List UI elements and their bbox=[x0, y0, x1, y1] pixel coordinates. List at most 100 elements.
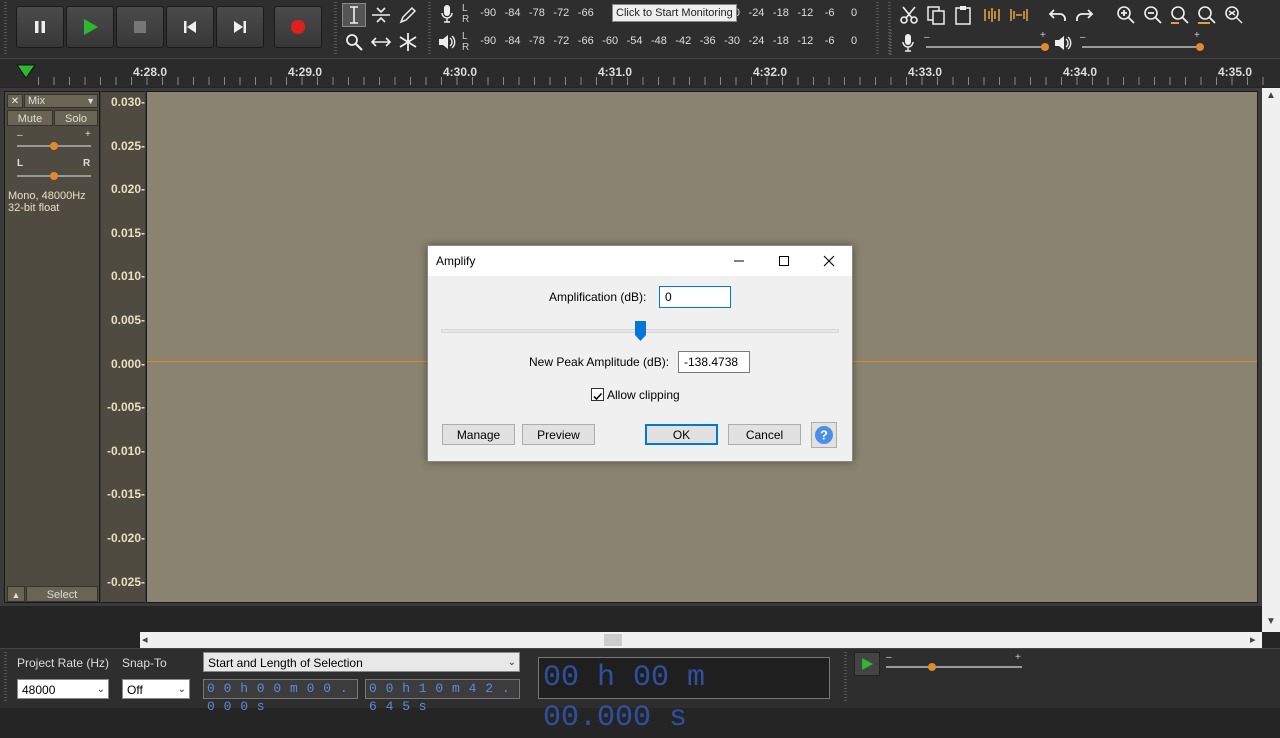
selection-start-time[interactable]: 0 0 h 0 0 m 0 0 . 0 0 0 s bbox=[203, 679, 358, 714]
toolbar-grip[interactable] bbox=[844, 652, 847, 702]
playback-volume-slider[interactable] bbox=[1082, 43, 1204, 51]
pan-left-label: L bbox=[17, 158, 24, 169]
zoom-in-button[interactable] bbox=[1114, 3, 1138, 27]
copy-button[interactable] bbox=[924, 3, 948, 27]
toolbar-grip[interactable] bbox=[4, 652, 7, 702]
cut-button[interactable] bbox=[897, 3, 921, 27]
meter-tick-label: -78 bbox=[529, 35, 545, 47]
undo-icon bbox=[1048, 9, 1066, 21]
amplification-input[interactable] bbox=[659, 286, 731, 308]
scroll-left-icon[interactable]: ◂ bbox=[142, 633, 148, 646]
toolbar-grip[interactable] bbox=[334, 2, 337, 56]
scroll-up-icon[interactable]: ▲ bbox=[1266, 90, 1276, 101]
toolbar-grip[interactable] bbox=[889, 30, 892, 56]
redo-button[interactable] bbox=[1072, 3, 1096, 27]
skip-to-start-button[interactable] bbox=[166, 6, 214, 48]
play-speed-knob[interactable] bbox=[928, 663, 936, 671]
draw-tool-button[interactable] bbox=[396, 3, 420, 27]
record-volume-knob[interactable] bbox=[1041, 43, 1049, 51]
playback-volume-knob[interactable] bbox=[1196, 43, 1204, 51]
collapse-track-button[interactable]: ▲ bbox=[7, 586, 25, 602]
track-name-menu[interactable]: Mix ▼ bbox=[24, 94, 98, 108]
cancel-button[interactable]: Cancel bbox=[728, 424, 801, 445]
silence-button[interactable] bbox=[1006, 3, 1032, 27]
vertical-scrollbar[interactable]: ▲ ▼ bbox=[1262, 88, 1280, 632]
dialog-titlebar[interactable]: Amplify bbox=[428, 246, 852, 276]
record-volume-slider[interactable] bbox=[926, 43, 1049, 51]
timeline-ruler[interactable]: 4:28.0 4:29.0 4:30.0 4:31.0 4:32.0 4:33.0 4:34… bbox=[0, 58, 1280, 87]
track-close-button[interactable]: ✕ bbox=[7, 94, 23, 108]
envelope-tool-button[interactable] bbox=[369, 3, 393, 27]
magnifier-icon bbox=[346, 34, 363, 51]
scroll-right-icon[interactable]: ▸ bbox=[1250, 633, 1256, 646]
multi-tool-button[interactable] bbox=[396, 30, 420, 54]
paste-button[interactable] bbox=[951, 3, 975, 27]
scroll-thumb[interactable] bbox=[604, 634, 622, 646]
selection-tool-button[interactable] bbox=[342, 3, 366, 27]
ruler-time-label: 4:34.0 bbox=[1063, 65, 1098, 79]
toolbar-grip[interactable] bbox=[428, 2, 431, 56]
pause-button[interactable] bbox=[16, 6, 64, 48]
manage-button[interactable]: Manage bbox=[442, 424, 515, 445]
trim-button[interactable] bbox=[979, 3, 1005, 27]
ruler-time-label: 4:31.0 bbox=[598, 65, 633, 79]
redo-icon bbox=[1076, 9, 1094, 21]
snap-to-select[interactable]: Off ⌄ bbox=[122, 679, 190, 699]
pan-slider[interactable] bbox=[17, 172, 91, 180]
select-track-button[interactable]: Select bbox=[26, 586, 98, 602]
gain-knob[interactable] bbox=[50, 142, 58, 150]
time-shift-tool-button[interactable] bbox=[369, 30, 393, 54]
skip-to-end-button[interactable] bbox=[216, 6, 264, 48]
fit-project-button[interactable] bbox=[1195, 3, 1219, 27]
undo-button[interactable] bbox=[1046, 3, 1070, 27]
zoom-toggle-button[interactable] bbox=[1222, 3, 1246, 27]
start-monitoring-button[interactable]: Click to Start Monitoring bbox=[612, 4, 737, 22]
selection-length-time[interactable]: 0 0 h 1 0 m 4 2 . 6 4 5 s bbox=[365, 679, 520, 714]
play-at-speed-button[interactable] bbox=[854, 652, 880, 676]
gain-plus-label: + bbox=[85, 129, 91, 140]
amplification-slider[interactable] bbox=[441, 321, 839, 341]
allow-clipping-checkbox[interactable] bbox=[591, 388, 604, 401]
new-peak-amplitude-input[interactable] bbox=[678, 351, 750, 373]
gain-slider[interactable] bbox=[17, 142, 91, 150]
scroll-down-icon[interactable]: ▼ bbox=[1266, 616, 1276, 627]
selection-mode-select[interactable]: Start and Length of Selection ⌄ bbox=[203, 652, 520, 672]
solo-button[interactable]: Solo bbox=[54, 110, 98, 126]
play-icon bbox=[84, 19, 98, 35]
record-button[interactable] bbox=[274, 6, 322, 48]
record-meter[interactable]: L R -90-84-78-72-66-30-24-18-12-60 Click… bbox=[462, 3, 872, 25]
zoom-out-button[interactable] bbox=[1141, 3, 1165, 27]
audio-position-display[interactable]: 00 h 00 m 00.000 s bbox=[538, 657, 830, 735]
microphone-icon[interactable] bbox=[436, 2, 458, 26]
pan-knob[interactable] bbox=[50, 172, 58, 180]
preview-button[interactable]: Preview bbox=[522, 424, 595, 445]
meter-tick-label: 0 bbox=[850, 7, 858, 19]
maximize-button[interactable] bbox=[761, 246, 806, 276]
trim-audio-icon bbox=[984, 8, 1000, 22]
mute-button[interactable]: Mute bbox=[7, 110, 53, 126]
fit-selection-button[interactable] bbox=[1168, 3, 1192, 27]
ok-button[interactable]: OK bbox=[645, 424, 718, 445]
allow-clipping-label[interactable]: Allow clipping bbox=[607, 388, 680, 402]
toolbar-grip[interactable] bbox=[4, 2, 7, 56]
minimize-button[interactable] bbox=[716, 246, 761, 276]
play-head-marker-icon[interactable] bbox=[14, 63, 38, 86]
project-rate-select[interactable]: 48000 ⌄ bbox=[17, 679, 109, 699]
checkmark-icon bbox=[593, 392, 603, 401]
horizontal-scrollbar[interactable]: ◂ ▸ bbox=[140, 632, 1262, 648]
toolbar-grip[interactable] bbox=[876, 2, 879, 56]
speaker-icon[interactable] bbox=[436, 30, 458, 54]
play-speed-slider[interactable] bbox=[886, 663, 1022, 671]
play-button[interactable] bbox=[66, 6, 114, 48]
amplitude-label: -0.020- bbox=[106, 531, 145, 545]
zoom-tool-button[interactable] bbox=[342, 30, 366, 54]
top-toolbar: L R -90-84-78-72-66-30-24-18-12-60 Click… bbox=[0, 0, 1280, 58]
slider-thumb[interactable] bbox=[635, 321, 646, 341]
amplitude-label: 0.030- bbox=[110, 95, 145, 109]
stop-button[interactable] bbox=[116, 6, 164, 48]
close-button[interactable] bbox=[806, 246, 851, 276]
help-button[interactable]: ? bbox=[811, 422, 837, 448]
help-icon: ? bbox=[815, 426, 833, 444]
playback-meter[interactable]: L R -90 -84 -78 -72 -66 -60 -54 -48 -42 -36 -30 -24… bbox=[462, 31, 872, 53]
ruler-time-label: 4:32.0 bbox=[753, 65, 788, 79]
